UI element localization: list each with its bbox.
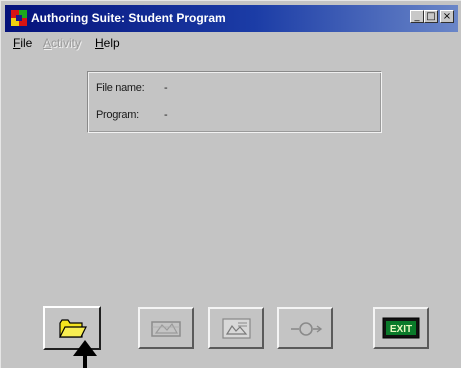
window-title: Authoring Suite: Student Program	[31, 11, 226, 25]
pointer-arrow-icon	[73, 340, 97, 368]
title-bar[interactable]: Authoring Suite: Student Program _ □ ×	[5, 5, 458, 32]
film-icon	[151, 321, 181, 337]
menu-activity[interactable]: Activity	[43, 36, 81, 50]
close-button[interactable]: ×	[440, 10, 454, 23]
minimize-icon: _	[414, 11, 420, 22]
program-value: -	[164, 109, 168, 121]
slide-button[interactable]	[208, 307, 264, 349]
connector-icon	[291, 322, 323, 336]
menu-file[interactable]: File	[13, 36, 32, 50]
play-button[interactable]	[277, 307, 333, 349]
app-icon	[11, 10, 27, 26]
program-button[interactable]	[138, 307, 194, 349]
exit-sign-label: EXIT	[390, 324, 412, 335]
menu-help[interactable]: Help	[95, 36, 120, 50]
program-label: Program:	[96, 109, 139, 121]
file-name-value: -	[164, 82, 168, 94]
maximize-button[interactable]: □	[424, 10, 438, 23]
exit-sign-icon: EXIT	[382, 317, 420, 339]
minimize-button[interactable]: _	[410, 10, 424, 23]
file-info-panel: File name: - Program: -	[87, 71, 382, 133]
app-window: Authoring Suite: Student Program _ □ × F…	[0, 0, 461, 368]
maximize-icon: □	[426, 11, 436, 22]
close-icon: ×	[442, 11, 452, 22]
file-name-label: File name:	[96, 82, 145, 94]
picture-icon	[222, 318, 251, 339]
menu-bar: File Activity Help	[5, 34, 458, 52]
exit-button[interactable]: EXIT	[373, 307, 429, 349]
folder-icon	[59, 319, 87, 338]
